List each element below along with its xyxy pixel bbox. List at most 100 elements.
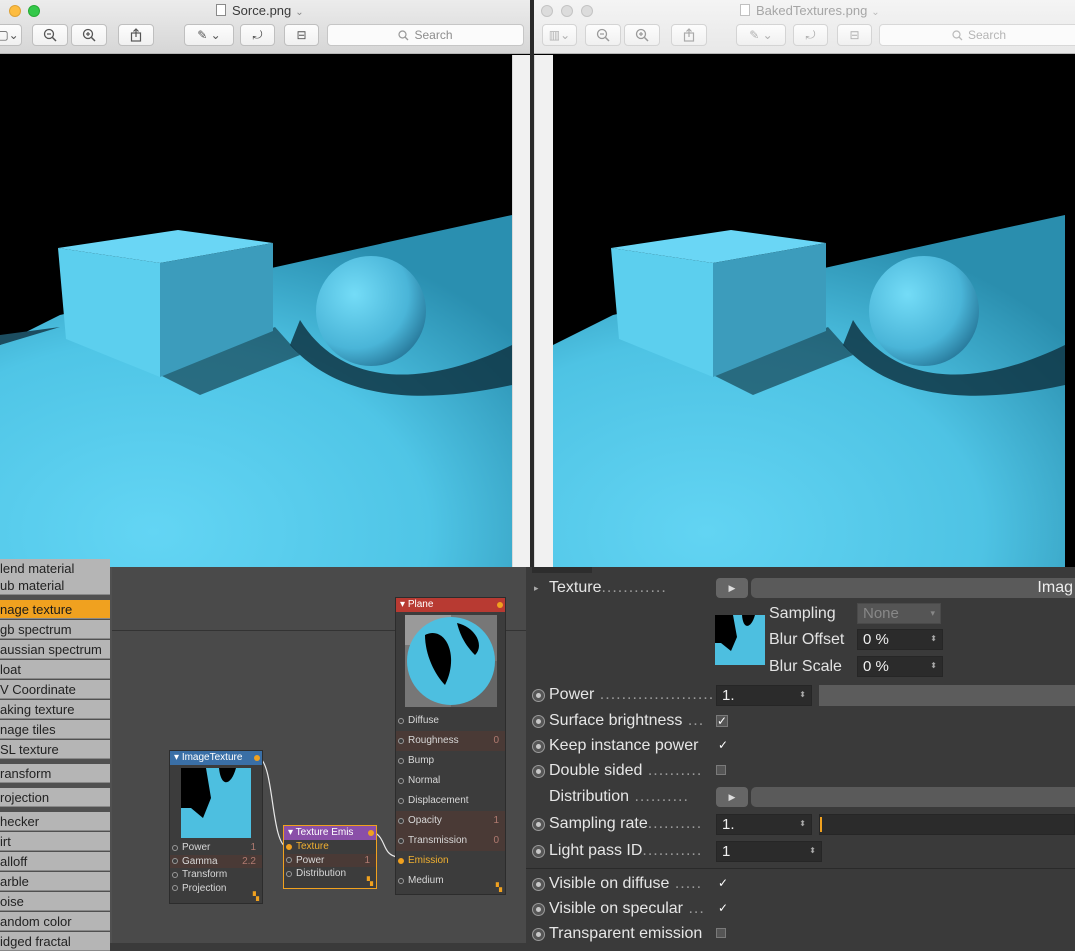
rotate-button[interactable]: ⤾ — [240, 24, 275, 46]
zoom-in-button[interactable] — [71, 24, 107, 46]
animate-radio[interactable] — [532, 765, 545, 778]
toolbox-button[interactable]: ⊟ — [284, 24, 319, 46]
output-pin[interactable] — [254, 755, 260, 761]
zoom-window-button[interactable] — [581, 5, 593, 17]
share-button[interactable] — [118, 24, 154, 46]
minimize-button[interactable] — [9, 5, 21, 17]
input-pin[interactable] — [398, 838, 404, 844]
animate-radio[interactable] — [532, 878, 545, 891]
animate-radio[interactable] — [532, 715, 545, 728]
plane-input-row[interactable]: Transmission 0 — [396, 831, 505, 851]
visible-diffuse-checkbox[interactable]: ✓ — [716, 877, 730, 890]
image-texture-input-row[interactable]: Gamma 2.2 — [170, 854, 262, 868]
zoom-out-button[interactable] — [32, 24, 68, 46]
sampling-rate-input[interactable]: 1. ⬍ — [716, 814, 812, 835]
toolbox-button[interactable]: ⊟ — [837, 24, 872, 46]
plane-input-row[interactable]: Diffuse — [396, 711, 505, 731]
spinner-icon[interactable]: ⬍ — [799, 819, 806, 829]
window-title[interactable]: BakedTextures.png ⌄ — [740, 3, 880, 18]
plane-input-row[interactable]: Bump — [396, 751, 505, 771]
image-texture-input-row[interactable]: Power 1 — [170, 841, 262, 855]
texture-shader-field[interactable]: Imag — [751, 578, 1075, 598]
input-pin[interactable] — [172, 871, 178, 878]
input-pin[interactable] — [398, 878, 404, 884]
input-pin[interactable] — [286, 870, 292, 877]
surface-brightness-checkbox[interactable]: ✓ — [716, 715, 728, 727]
input-pin[interactable] — [286, 843, 292, 850]
output-pin[interactable] — [368, 830, 374, 836]
sidebar-toggle-button[interactable]: ▢⌄ — [0, 24, 22, 46]
texture-emission-node-header[interactable]: ▾ Texture Emis — [284, 826, 376, 840]
blur-offset-input[interactable]: 0 % ⬍ — [857, 629, 943, 650]
input-pin[interactable] — [172, 844, 178, 851]
close-button[interactable] — [541, 5, 553, 17]
resize-handle-icon[interactable]: ▚ — [496, 883, 502, 892]
plane-input-row[interactable]: Displacement — [396, 791, 505, 811]
keep-instance-power-checkbox[interactable]: ✓ — [716, 739, 730, 752]
input-pin[interactable] — [398, 758, 404, 764]
sampling-rate-slider[interactable] — [819, 814, 1075, 835]
input-pin[interactable] — [398, 818, 404, 824]
markup-button[interactable]: ✎ ⌄ — [736, 24, 786, 46]
plane-input-row[interactable]: Medium — [396, 871, 505, 891]
zoom-window-button[interactable] — [28, 5, 40, 17]
power-slider[interactable] — [819, 685, 1075, 706]
power-input[interactable]: 1. ⬍ — [716, 685, 812, 706]
plane-input-row[interactable]: Opacity 1 — [396, 811, 505, 831]
animate-radio[interactable] — [532, 818, 545, 831]
spinner-icon[interactable]: ⬍ — [809, 846, 816, 856]
animate-radio[interactable] — [532, 928, 545, 941]
plane-input-row[interactable]: Emission — [396, 851, 505, 871]
input-pin[interactable] — [398, 858, 404, 864]
texture-emission-input-row[interactable]: Power 1 — [284, 853, 376, 867]
input-pin[interactable] — [286, 857, 292, 864]
vertical-scrollbar[interactable] — [512, 55, 530, 567]
zoom-out-button[interactable] — [585, 24, 621, 46]
distribution-shader-field[interactable] — [751, 787, 1075, 807]
input-pin[interactable] — [398, 798, 404, 804]
plane-node[interactable]: ▾ Plane Diffuse Roughness 0 Bump Normal Displ… — [395, 597, 506, 895]
output-pin[interactable] — [497, 602, 503, 608]
texture-emission-input-row[interactable]: Distribution — [284, 867, 376, 881]
share-button[interactable] — [671, 24, 707, 46]
distribution-play-button[interactable]: ▶ — [716, 787, 748, 807]
visible-specular-checkbox[interactable]: ✓ — [716, 902, 730, 915]
rotate-button[interactable]: ⤾ — [793, 24, 828, 46]
plane-input-row[interactable]: Roughness 0 — [396, 731, 505, 751]
double-sided-checkbox[interactable] — [716, 765, 726, 775]
minimize-button[interactable] — [561, 5, 573, 17]
resize-handle-icon[interactable]: ▚ — [367, 877, 373, 886]
light-pass-id-input[interactable]: 1 ⬍ — [716, 841, 822, 862]
animate-radio[interactable] — [532, 845, 545, 858]
sidebar-toggle-button[interactable]: ▥⌄ — [542, 24, 577, 46]
input-pin[interactable] — [398, 738, 404, 744]
node-editor[interactable]: lend material ub material nage texture gb s… — [0, 559, 526, 951]
input-pin[interactable] — [172, 858, 178, 865]
animate-radio[interactable] — [532, 689, 545, 702]
animate-radio[interactable] — [532, 740, 545, 753]
spinner-icon[interactable]: ⬍ — [930, 661, 937, 671]
window-title[interactable]: Sorce.png ⌄ — [216, 3, 304, 18]
spinner-icon[interactable]: ⬍ — [799, 690, 806, 700]
resize-handle-icon[interactable]: ▚ — [253, 892, 259, 901]
search-field[interactable]: Search — [879, 24, 1075, 46]
image-texture-input-row[interactable]: Transform — [170, 868, 262, 882]
transparent-emission-checkbox[interactable] — [716, 928, 726, 938]
image-texture-node-header[interactable]: ▾ ImageTexture — [170, 751, 262, 765]
input-pin[interactable] — [172, 885, 178, 892]
blur-scale-input[interactable]: 0 % ⬍ — [857, 656, 943, 677]
plane-node-header[interactable]: ▾ Plane — [396, 598, 505, 612]
search-field[interactable]: Search — [327, 24, 524, 46]
markup-button[interactable]: ✎ ⌄ — [184, 24, 234, 46]
texture-emission-input-row[interactable]: Texture — [284, 840, 376, 854]
texture-play-button[interactable]: ▶ — [716, 578, 748, 598]
animate-radio[interactable] — [532, 903, 545, 916]
texture-emission-node[interactable]: ▾ Texture Emis Texture Power 1 Distribution… — [283, 825, 377, 889]
slider-handle[interactable] — [820, 817, 822, 832]
expand-triangle-icon[interactable]: ▸ — [534, 577, 539, 599]
input-pin[interactable] — [398, 778, 404, 784]
zoom-in-button[interactable] — [624, 24, 660, 46]
image-texture-node[interactable]: ▾ ImageTexture Power 1 Gamma 2.2 Transform Pr… — [169, 750, 263, 904]
image-texture-input-row[interactable]: Projection — [170, 882, 262, 896]
plane-input-row[interactable]: Normal — [396, 771, 505, 791]
